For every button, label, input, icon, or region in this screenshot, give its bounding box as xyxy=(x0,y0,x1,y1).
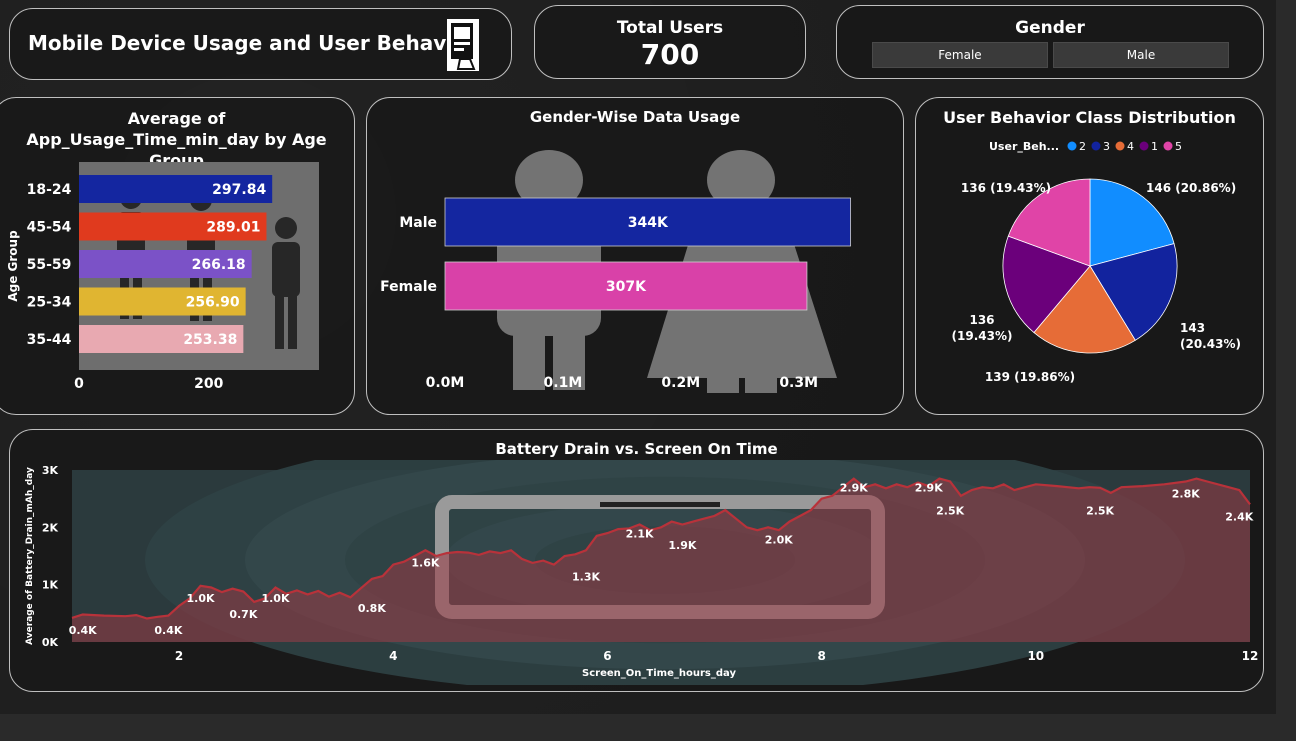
gender-usage-title: Gender-Wise Data Usage xyxy=(529,108,741,126)
age-data-label: 289.01 xyxy=(206,220,260,236)
gender-x-tick: 0.0M xyxy=(426,375,465,391)
pie-data-label: 136 xyxy=(969,313,994,327)
battery-x-axis-title: Screen_On_Time_hours_day xyxy=(582,668,736,679)
gender-slicer-card: Gender Female Male xyxy=(836,5,1264,79)
person-leg xyxy=(288,294,297,349)
pie-legend-marker xyxy=(1115,141,1125,151)
kpi-label: Total Users xyxy=(616,18,724,38)
gender-usage-chart-card: Gender-Wise Data Usage Male 344K Female 307… xyxy=(366,97,904,415)
pie-data-label-pct: (19.43%) xyxy=(952,329,1013,343)
age-category-label: 35-44 xyxy=(27,332,72,348)
battery-data-label: 2.1K xyxy=(626,528,654,541)
age-bar-chart: Age Group 18-24 297.84 45-54 289.01 55-59 266.… xyxy=(6,162,319,392)
battery-x-tick: 4 xyxy=(389,649,397,663)
battery-data-label: 2.5K xyxy=(936,505,964,518)
pie-data-label: 146 (20.86%) xyxy=(1146,181,1236,195)
age-x-tick: 200 xyxy=(194,376,223,392)
kpi-value: 700 xyxy=(640,38,700,71)
battery-chart-title: Battery Drain vs. Screen On Time xyxy=(495,440,778,458)
gender-x-tick: 0.2M xyxy=(661,375,700,391)
dashboard-title: Mobile Device Usage and User Behavior xyxy=(28,31,477,55)
pie-data-label: 143 xyxy=(1180,321,1205,335)
battery-data-label: 1.0K xyxy=(187,592,215,605)
gender-option-male[interactable]: Male xyxy=(1053,42,1229,68)
battery-x-tick: 8 xyxy=(817,649,825,663)
battery-data-label: 0.4K xyxy=(69,624,97,637)
battery-y-tick: 0K xyxy=(42,636,59,649)
battery-area-chart: Average of Battery_Drain_mAh_day 0K 1K 2K 3K… xyxy=(25,460,1259,685)
age-data-label: 253.38 xyxy=(183,332,237,348)
behavior-pie-chart: User_Beh... 2 3 4 1 5 146 (20.86%) 143 (20.43%) 1… xyxy=(952,140,1241,384)
male-leg xyxy=(513,318,545,390)
pie-data-label: 139 (19.86%) xyxy=(985,370,1075,384)
battery-chart-card: Battery Drain vs. Screen On Time Average… xyxy=(9,429,1264,692)
canvas-border-right xyxy=(1276,0,1296,741)
phone-speaker xyxy=(600,502,720,507)
battery-data-label: 2.4K xyxy=(1225,510,1253,523)
age-group-chart-card: Average of App_Usage_Time_min_day by Age… xyxy=(0,97,355,415)
age-category-label: 25-34 xyxy=(27,295,72,311)
age-category-label: 18-24 xyxy=(27,182,72,198)
battery-x-tick: 12 xyxy=(1242,649,1259,663)
gender-category-label: Female xyxy=(380,279,437,295)
battery-data-label: 2.5K xyxy=(1086,505,1114,518)
total-users-card: Total Users 700 xyxy=(534,5,806,79)
age-data-label: 297.84 xyxy=(212,182,266,198)
age-axis-title: Age Group xyxy=(6,230,20,302)
age-data-label: 256.90 xyxy=(186,295,240,311)
battery-x-tick: 10 xyxy=(1027,649,1044,663)
female-leg xyxy=(707,338,739,393)
gender-x-tick: 0.1M xyxy=(544,375,583,391)
canvas-border-bottom xyxy=(0,714,1296,741)
phone-hand-icon xyxy=(447,19,479,71)
battery-y-tick: 2K xyxy=(42,521,59,534)
pie-data-label-pct: (20.43%) xyxy=(1180,337,1241,351)
gender-slicer-title: Gender xyxy=(1015,18,1085,38)
gender-data-label: 344K xyxy=(628,215,669,231)
gender-data-label: 307K xyxy=(606,279,647,295)
battery-data-label: 2.8K xyxy=(1172,487,1200,500)
age-category-label: 45-54 xyxy=(27,220,72,236)
pie-legend-label: 4 xyxy=(1127,140,1134,153)
gender-x-tick: 0.3M xyxy=(779,375,818,391)
battery-x-tick: 2 xyxy=(175,649,183,663)
battery-y-tick: 3K xyxy=(42,464,59,477)
pie-legend-marker xyxy=(1067,141,1077,151)
pie-legend-marker xyxy=(1091,141,1101,151)
pie-legend-label: 5 xyxy=(1175,140,1182,153)
behavior-pie-card: User Behavior Class Distribution User_Be… xyxy=(915,97,1264,415)
female-leg xyxy=(745,338,777,393)
gender-option-female[interactable]: Female xyxy=(872,42,1048,68)
pie-legend-label: 3 xyxy=(1103,140,1110,153)
battery-data-label: 0.8K xyxy=(358,602,386,615)
title-card: Mobile Device Usage and User Behavior xyxy=(9,8,512,80)
battery-data-label: 1.9K xyxy=(668,539,696,552)
age-x-tick: 0 xyxy=(74,376,84,392)
pie-legend-title: User_Beh... xyxy=(989,140,1059,153)
pie-data-label: 136 (19.43%) xyxy=(961,181,1051,195)
battery-data-label: 0.7K xyxy=(229,608,257,621)
battery-data-label: 2.9K xyxy=(840,482,868,495)
pie-legend-marker xyxy=(1163,141,1173,151)
age-category-label: 55-59 xyxy=(27,257,72,273)
gender-bar-chart: Male 344K Female 307K 0.0M 0.1M 0.2M 0.3M xyxy=(380,150,851,393)
pie-legend-marker xyxy=(1139,141,1149,151)
battery-data-label: 1.3K xyxy=(572,571,600,584)
battery-y-axis-title: Average of Battery_Drain_mAh_day xyxy=(25,467,35,645)
pie-legend-label: 2 xyxy=(1079,140,1086,153)
person-body xyxy=(272,242,300,297)
pie-title: User Behavior Class Distribution xyxy=(943,108,1236,127)
battery-y-tick: 1K xyxy=(42,579,59,592)
person-leg xyxy=(275,294,284,349)
gender-category-label: Male xyxy=(399,215,437,231)
battery-data-label: 1.6K xyxy=(411,556,439,569)
battery-data-label: 0.4K xyxy=(154,624,182,637)
battery-data-label: 2.0K xyxy=(765,533,793,546)
pie-legend-label: 1 xyxy=(1151,140,1158,153)
battery-data-label: 1.0K xyxy=(261,592,289,605)
battery-x-tick: 6 xyxy=(603,649,611,663)
battery-data-label: 2.9K xyxy=(915,482,943,495)
age-data-label: 266.18 xyxy=(192,257,246,273)
person-head xyxy=(275,217,297,239)
